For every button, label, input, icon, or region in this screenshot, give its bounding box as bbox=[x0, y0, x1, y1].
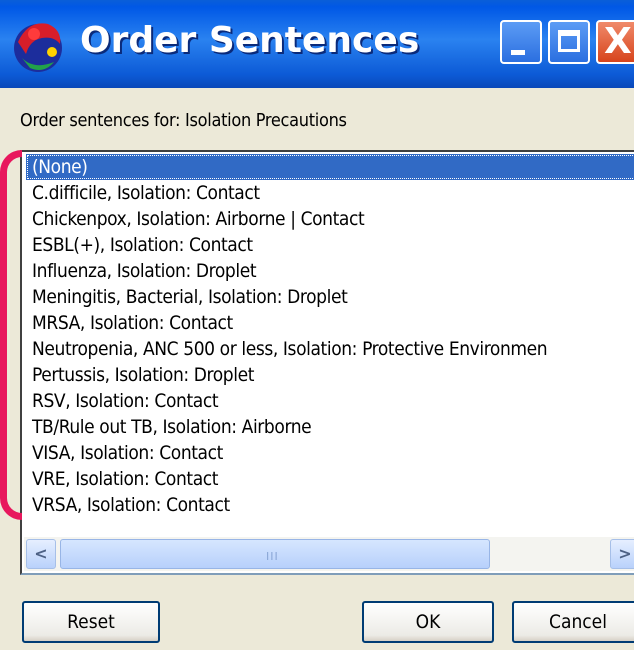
minimize-button[interactable] bbox=[500, 20, 542, 64]
list-item-visa[interactable]: VISA, Isolation: Contact bbox=[26, 440, 634, 466]
scrollbar-thumb[interactable]: III bbox=[60, 539, 490, 569]
highlight-bracket-annotation bbox=[0, 150, 22, 520]
close-button[interactable]: X bbox=[596, 20, 634, 64]
scrollbar-grip-icon: III bbox=[266, 550, 279, 563]
list-item-mrsa[interactable]: MRSA, Isolation: Contact bbox=[26, 310, 634, 336]
list-item-vrsa[interactable]: VRSA, Isolation: Contact bbox=[26, 492, 634, 518]
window-title: Order Sentences bbox=[80, 20, 420, 61]
minimize-icon bbox=[511, 50, 525, 55]
list-item-chickenpox[interactable]: Chickenpox, Isolation: Airborne | Contac… bbox=[26, 206, 634, 232]
list-item-none[interactable]: (None) bbox=[26, 154, 634, 180]
title-bar[interactable]: Order Sentences X bbox=[0, 0, 634, 88]
maximize-icon bbox=[558, 30, 580, 52]
list-item-tb[interactable]: TB/Rule out TB, Isolation: Airborne bbox=[26, 414, 634, 440]
order-sentences-label: Order sentences for: Isolation Precautio… bbox=[20, 110, 347, 131]
list-item-esbl[interactable]: ESBL(+), Isolation: Contact bbox=[26, 232, 634, 258]
list-items: (None) C.difficile, Isolation: Contact C… bbox=[26, 154, 634, 518]
scroll-right-button[interactable]: > bbox=[610, 539, 634, 569]
close-icon: X bbox=[604, 21, 632, 62]
cancel-button[interactable]: Cancel bbox=[512, 601, 634, 643]
order-sentences-listbox[interactable]: (None) C.difficile, Isolation: Contact C… bbox=[20, 150, 634, 575]
list-item-meningitis[interactable]: Meningitis, Bacterial, Isolation: Drople… bbox=[26, 284, 634, 310]
ok-button[interactable]: OK bbox=[362, 601, 494, 643]
app-logo-icon bbox=[14, 23, 62, 72]
order-sentences-dialog: Order Sentences X Order sentences for: I… bbox=[0, 0, 634, 650]
list-item-influenza[interactable]: Influenza, Isolation: Droplet bbox=[26, 258, 634, 284]
list-item-neutropenia[interactable]: Neutropenia, ANC 500 or less, Isolation:… bbox=[26, 336, 634, 362]
horizontal-scrollbar[interactable]: < III > bbox=[24, 537, 634, 571]
list-item-vre[interactable]: VRE, Isolation: Contact bbox=[26, 466, 634, 492]
list-item-cdifficile[interactable]: C.difficile, Isolation: Contact bbox=[26, 180, 634, 206]
reset-button[interactable]: Reset bbox=[22, 601, 160, 643]
maximize-button[interactable] bbox=[548, 20, 590, 64]
scroll-left-button[interactable]: < bbox=[26, 539, 56, 569]
list-item-pertussis[interactable]: Pertussis, Isolation: Droplet bbox=[26, 362, 634, 388]
list-item-rsv[interactable]: RSV, Isolation: Contact bbox=[26, 388, 634, 414]
